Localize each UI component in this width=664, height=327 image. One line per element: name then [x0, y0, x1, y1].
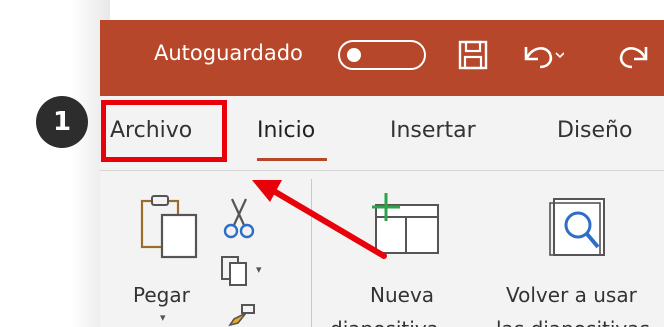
paste-label[interactable]: Pegar	[133, 283, 190, 307]
reuse-slides-icon[interactable]	[546, 193, 610, 259]
screenshot-stage: Autoguardado Archivo Inicio Insertar Dis…	[0, 0, 664, 327]
new-slide-label[interactable]: Nueva	[370, 283, 434, 307]
ribbon-panel: Pegar ▾ ▾ Nueva Volver a usar	[100, 171, 664, 327]
scissors-icon[interactable]	[222, 197, 256, 241]
undo-icon[interactable]	[520, 37, 564, 73]
new-slide-icon[interactable]	[368, 191, 444, 257]
tab-diseno[interactable]: Diseño	[557, 118, 632, 143]
redo-icon[interactable]	[610, 37, 664, 73]
tab-inicio[interactable]: Inicio	[257, 118, 315, 143]
paste-dropdown-caret[interactable]: ▾	[160, 311, 166, 324]
active-tab-indicator	[257, 158, 327, 161]
highlight-box-archivo	[101, 100, 227, 162]
tab-insertar[interactable]: Insertar	[390, 118, 476, 143]
powerpoint-window: Autoguardado Archivo Inicio Insertar Dis…	[100, 20, 664, 327]
save-icon[interactable]	[456, 37, 490, 73]
new-slide-label-line2[interactable]: diapositiva	[330, 317, 439, 327]
ribbon-group-separator	[311, 179, 312, 327]
reuse-slides-label[interactable]: Volver a usar	[506, 283, 637, 307]
toggle-knob	[347, 48, 361, 62]
reuse-slides-label-line2[interactable]: las diapositivas	[496, 317, 650, 327]
title-bar: Autoguardado	[100, 20, 664, 96]
autosave-label: Autoguardado	[154, 41, 303, 65]
format-painter-icon[interactable]	[220, 299, 260, 327]
copy-dropdown-caret[interactable]: ▾	[256, 263, 262, 276]
step-number-badge: 1	[36, 96, 88, 148]
paste-icon[interactable]	[138, 193, 200, 259]
autosave-toggle[interactable]	[338, 40, 426, 70]
